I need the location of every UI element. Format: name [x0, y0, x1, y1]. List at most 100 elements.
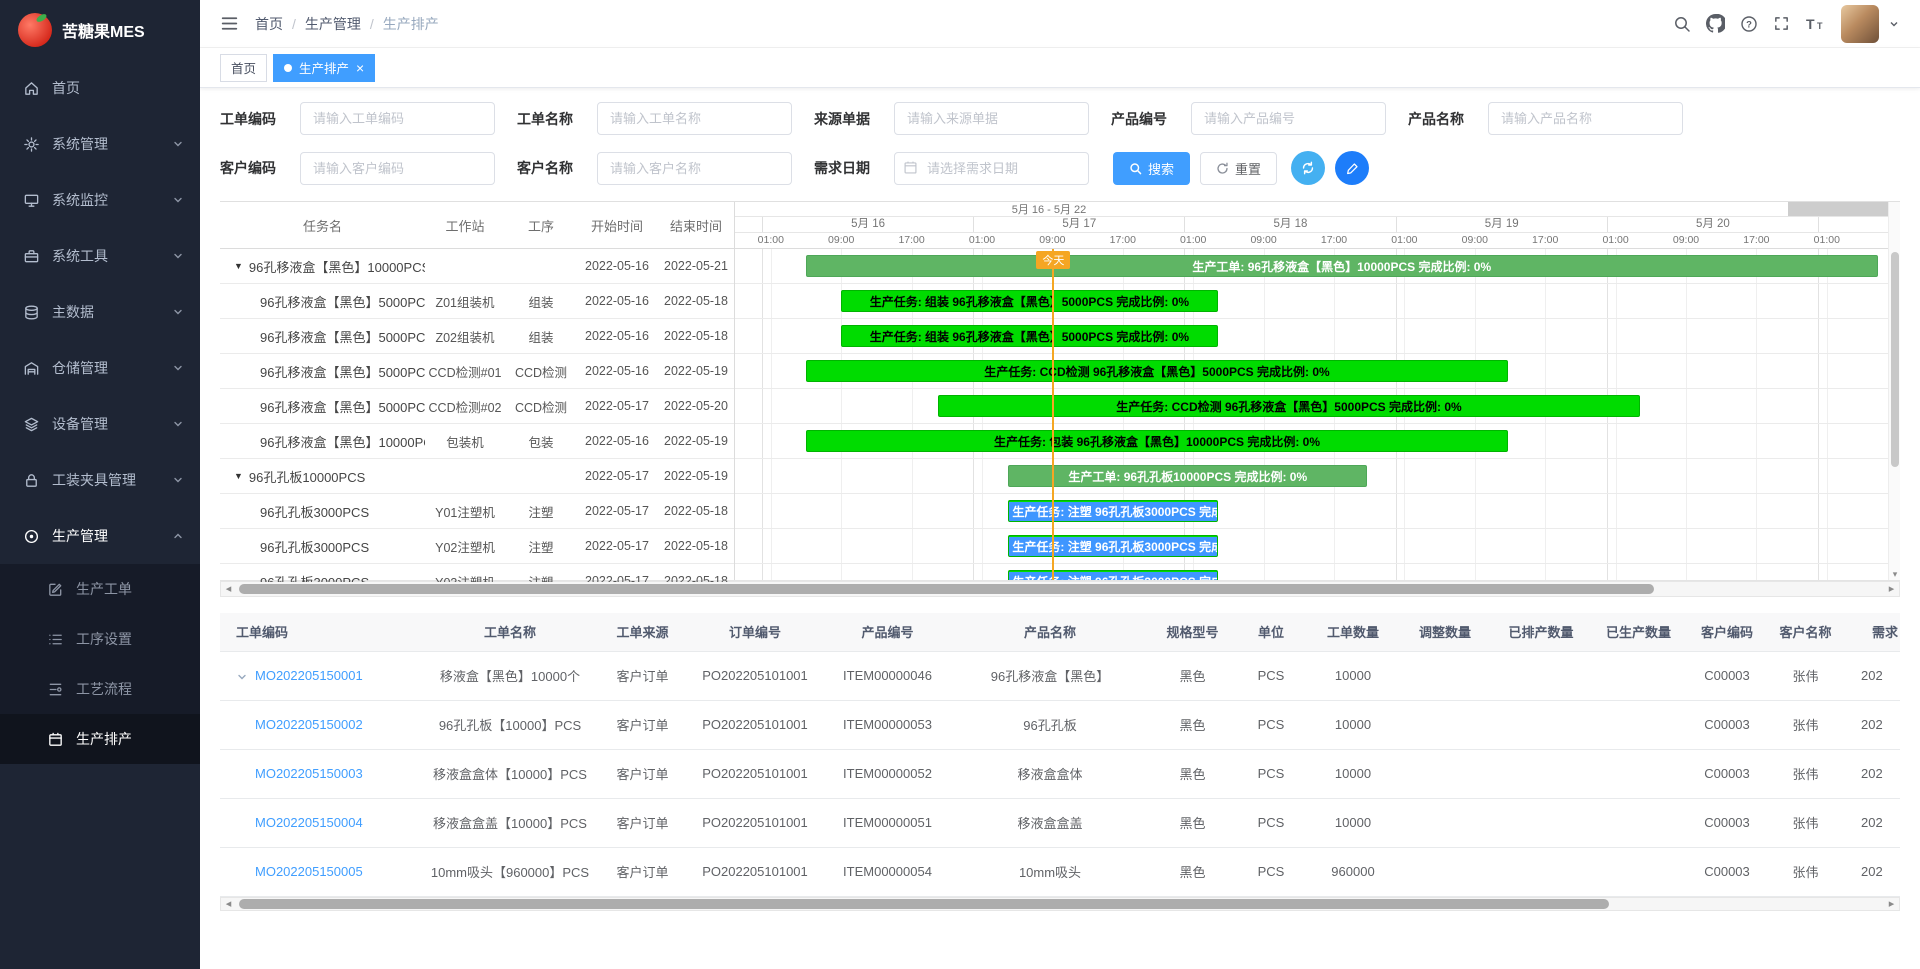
gantt-vscroll-down-arrow[interactable]: ▾ [1889, 569, 1901, 580]
gantt-task-bar[interactable]: 生产任务: CCD检测 96孔移液盒【黑色】5000PCS 完成比例: 0% [938, 395, 1640, 417]
help-icon[interactable]: ? [1740, 15, 1758, 33]
gantt-grid-row[interactable]: ▼96孔移液盒【黑色】10000PCS2022-05-162022-05-21 [220, 249, 734, 284]
fullscreen-icon[interactable] [1773, 15, 1790, 32]
gantt-grid-row[interactable]: ▼96孔孔板10000PCS2022-05-172022-05-19 [220, 459, 734, 494]
tab-home[interactable]: 首页 [220, 54, 267, 82]
sidebar-item-system-management[interactable]: 系统管理 [0, 116, 200, 172]
orders-hscroll-left-arrow[interactable]: ◂ [221, 897, 236, 911]
filter-work-order-code-input[interactable] [300, 102, 495, 135]
sidebar-item-home[interactable]: 首页 [0, 60, 200, 116]
sidebar-item-system-monitor[interactable]: 系统监控 [0, 172, 200, 228]
sidebar-item-system-tools[interactable]: 系统工具 [0, 228, 200, 284]
orders-cell-scheduled_qty [1491, 700, 1591, 749]
sidebar-item-warehouse-management[interactable]: 仓储管理 [0, 340, 200, 396]
gantt-task-bar[interactable]: 生产任务: 包装 96孔移液盒【黑色】10000PCS 完成比例: 0% [806, 430, 1508, 452]
filter-product-name-input[interactable] [1488, 102, 1683, 135]
gantt-task-name: 96孔移液盒【黑色】10000PCS [220, 432, 425, 451]
gantt-task-bar[interactable]: 生产任务: 注塑 96孔孔板3000PCS 完成比例: 0% [1008, 500, 1217, 522]
orders-cell-code: MO202205150001 [220, 651, 420, 700]
tab-production-scheduling[interactable]: 生产排产× [273, 54, 375, 82]
sidebar-item-master-data[interactable]: 主数据 [0, 284, 200, 340]
app-logo[interactable]: 苦糖果MES [0, 0, 200, 60]
orders-col-produced_qty: 已生产数量 [1591, 613, 1686, 651]
orders-row[interactable]: MO20220515000510mm吸头【960000】PCS客户订单PO202… [220, 847, 1900, 896]
orders-row[interactable]: MO202205150004移液盒盒盖【10000】PCS客户订单PO20220… [220, 798, 1900, 847]
logo-leaf-icon [35, 13, 48, 23]
font-size-icon[interactable]: TT [1805, 15, 1826, 33]
filter-work-order-name-input[interactable] [597, 102, 792, 135]
menu-fold-icon[interactable] [220, 14, 239, 33]
order-code-link[interactable]: MO202205150001 [255, 668, 363, 683]
gantt-task-bar[interactable]: 生产任务: 注塑 96孔孔板3000PCS 完成比例: 0% [1008, 535, 1217, 557]
gantt-bar-label: 生产任务: 注塑 96孔孔板3000PCS 完成比例: 0% [1009, 572, 1217, 581]
sidebar-item-equipment-management[interactable]: 设备管理 [0, 396, 200, 452]
gantt-hscroll-thumb[interactable] [239, 584, 1654, 594]
gantt-task-bar[interactable]: 生产任务: CCD检测 96孔移液盒【黑色】5000PCS 完成比例: 0% [806, 360, 1508, 382]
filter-customer-name-input[interactable] [597, 152, 792, 185]
order-code-link[interactable]: MO202205150005 [255, 864, 363, 879]
filter-product-code-input[interactable] [1191, 102, 1386, 135]
caret-down-icon[interactable] [1888, 18, 1900, 30]
schedule-icon [46, 730, 64, 748]
expand-triangle-icon[interactable]: ▼ [234, 471, 243, 481]
orders-hscroll-thumb[interactable] [239, 899, 1609, 909]
chevron-down-icon [172, 138, 184, 150]
refresh-circle-button[interactable] [1291, 151, 1325, 185]
lock-icon [22, 471, 40, 489]
orders-row[interactable]: MO20220515000296孔孔板【10000】PCS客户订单PO20220… [220, 700, 1900, 749]
gantt-day-cell: 5月 17 [973, 217, 1184, 232]
order-code-link[interactable]: MO202205150004 [255, 815, 363, 830]
layers-icon [22, 415, 40, 433]
order-code-link[interactable]: MO202205150003 [255, 766, 363, 781]
orders-hscroll-right-arrow[interactable]: ▸ [1884, 897, 1899, 911]
filter-customer-code-input[interactable] [300, 152, 495, 185]
gantt-order-bar[interactable]: 生产工单: 96孔孔板10000PCS 完成比例: 0% [1008, 465, 1367, 487]
gantt-vertical-scrollbar[interactable]: ▾ [1888, 202, 1900, 580]
orders-horizontal-scrollbar[interactable]: ◂ ▸ [220, 897, 1900, 911]
filter-product-code: 产品编号 [1111, 102, 1386, 135]
gantt-grid-row[interactable]: 96孔移液盒【黑色】5000PCSZ02组装机组装2022-05-162022-… [220, 319, 734, 354]
gantt-task-bar[interactable]: 生产任务: 注塑 96孔孔板3000PCS 完成比例: 0% [1008, 570, 1217, 580]
breadcrumb-item[interactable]: 首页 [255, 14, 283, 34]
github-icon[interactable] [1706, 14, 1725, 33]
gantt-grid-cell: 注塑 [505, 537, 577, 556]
filter-source-doc-input[interactable] [894, 102, 1089, 135]
gantt-task-bar[interactable]: 生产任务: 组装 96孔移液盒【黑色】5000PCS 完成比例: 0% [841, 290, 1217, 312]
gantt-hscroll-right-arrow[interactable]: ▸ [1884, 582, 1899, 596]
row-expand-icon[interactable] [236, 671, 248, 683]
gantt-grid-row[interactable]: 96孔孔板3000PCSY01注塑机注塑2022-05-172022-05-18 [220, 494, 734, 529]
edit-circle-button[interactable] [1335, 151, 1369, 185]
gantt-grid-row[interactable]: 96孔移液盒【黑色】10000PCS包装机包装2022-05-162022-05… [220, 424, 734, 459]
gantt-horizontal-scrollbar[interactable]: ◂ ▸ [220, 581, 1900, 597]
gantt-hscroll-left-arrow[interactable]: ◂ [221, 582, 236, 596]
gantt-grid-row[interactable]: 96孔移液盒【黑色】5000PCSZ01组装机组装2022-05-162022-… [220, 284, 734, 319]
sidebar-item-production-order[interactable]: 生产工单 [0, 564, 200, 614]
expand-triangle-icon[interactable]: ▼ [234, 261, 243, 271]
gantt-grid-row[interactable]: 96孔移液盒【黑色】5000PCSCCD检测#02CCD检测2022-05-17… [220, 389, 734, 424]
orders-row[interactable]: MO202205150001移液盒【黑色】10000个客户订单PO2022051… [220, 651, 1900, 700]
sidebar-item-process-flow[interactable]: 工艺流程 [0, 664, 200, 714]
user-avatar[interactable] [1841, 5, 1879, 43]
orders-cell-customer_name: 张伟 [1768, 651, 1843, 700]
sidebar-item-process-settings[interactable]: 工序设置 [0, 614, 200, 664]
gantt-grid-row[interactable]: 96孔孔板3000PCSY03注塑机注塑2022-05-172022-05-18 [220, 564, 734, 582]
gantt-task-bar[interactable]: 生产任务: 组装 96孔移液盒【黑色】5000PCS 完成比例: 0% [841, 325, 1217, 347]
order-code-link[interactable]: MO202205150002 [255, 717, 363, 732]
gantt-task-name-text: 96孔孔板3000PCS [260, 537, 369, 556]
sidebar-item-production-scheduling[interactable]: 生产排产 [0, 714, 200, 764]
sidebar-item-production-management[interactable]: 生产管理 [0, 508, 200, 564]
orders-row[interactable]: MO202205150003移液盒盒体【10000】PCS客户订单PO20220… [220, 749, 1900, 798]
gantt-grid-row[interactable]: 96孔移液盒【黑色】5000PCSCCD检测#01CCD检测2022-05-16… [220, 354, 734, 389]
search-icon[interactable] [1673, 15, 1691, 33]
gantt-order-bar[interactable]: 生产工单: 96孔移液盒【黑色】10000PCS 完成比例: 0% [806, 255, 1878, 277]
gantt-vscroll-thumb[interactable] [1891, 252, 1899, 467]
search-button-icon [1129, 162, 1142, 175]
close-tab-icon[interactable]: × [356, 61, 364, 75]
sidebar-item-fixture-management[interactable]: 工装夹具管理 [0, 452, 200, 508]
filter-demand-date-input[interactable] [894, 152, 1089, 185]
search-button[interactable]: 搜索 [1113, 152, 1190, 185]
gantt-grid-row[interactable]: 96孔孔板3000PCSY02注塑机注塑2022-05-172022-05-18 [220, 529, 734, 564]
orders-col-product_code: 产品编号 [825, 613, 950, 651]
reset-button[interactable]: 重置 [1200, 152, 1277, 185]
breadcrumb-item[interactable]: 生产管理 [305, 14, 361, 34]
